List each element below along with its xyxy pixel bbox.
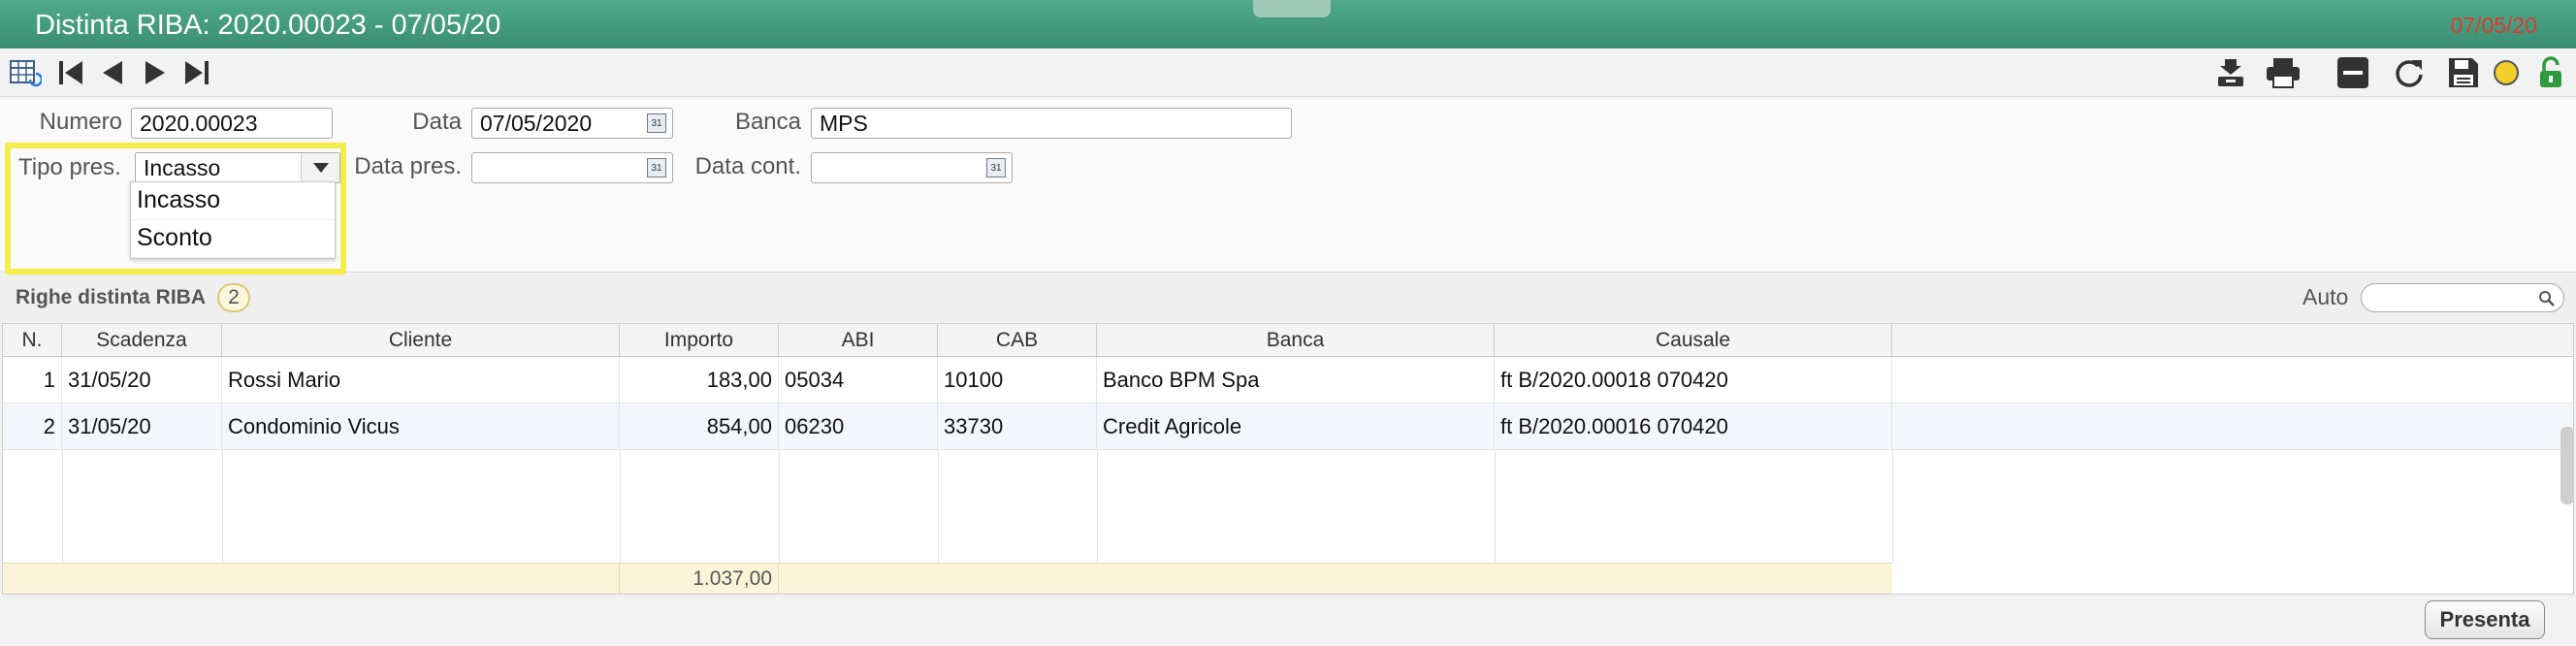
column-divider [1495,450,1496,563]
column-header-scadenza[interactable]: Scadenza [62,324,222,357]
cell-cab: 33730 [938,404,1097,450]
calendar-icon[interactable]: 31 [647,158,666,178]
cell-causale: ft B/2020.00016 070420 [1495,404,1892,450]
minimize-icon[interactable] [2335,56,2370,89]
column-header-importo[interactable]: Importo [620,324,779,357]
form-panel: Numero 2020.00023 Data 07/05/2020 31 Ban… [0,98,2576,273]
cell-n: 1 [3,357,62,404]
cell-cab: 10100 [938,357,1097,404]
table-row[interactable]: 1 31/05/20 Rossi Mario 183,00 05034 1010… [3,357,2573,404]
row-count-badge: 2 [217,283,250,312]
column-divider [222,450,223,563]
window-title: Distinta RIBA: 2020.00023 - 07/05/20 [35,10,501,41]
column-header-abi[interactable]: ABI [779,324,938,357]
banca-field[interactable]: MPS [811,108,1292,139]
data-cont-field[interactable]: 31 [811,152,1013,183]
column-divider [1097,450,1098,563]
dropdown-option-sconto[interactable]: Sconto [131,220,335,258]
column-divider [620,450,621,563]
dropdown-option-incasso[interactable]: Incasso [131,182,335,220]
data-pres-field[interactable]: 31 [471,152,673,183]
column-header-causale[interactable]: Causale [1495,324,1892,357]
numero-label: Numero [39,109,122,135]
column-header-banca[interactable]: Banca [1097,324,1495,357]
toolbar [0,48,2576,97]
column-divider [938,450,939,563]
refresh-icon[interactable] [2392,56,2427,89]
numero-field[interactable]: 2020.00023 [131,108,333,139]
data-cont-label: Data cont. [694,153,801,179]
table-header: N. Scadenza Cliente Importo ABI CAB Banc… [3,324,2573,357]
cell-cliente: Rossi Mario [222,357,620,404]
window-date: 07/05/20 [2450,13,2537,38]
totals-row: 1.037,00 [3,563,1892,595]
section-header: Righe distinta RIBA 2 Auto [0,275,2576,321]
chevron-down-icon[interactable] [301,153,339,182]
last-record-icon[interactable] [180,56,213,89]
calendar-icon[interactable]: 31 [647,113,666,133]
presenta-button[interactable]: Presenta [2425,600,2545,639]
print-icon[interactable] [2264,56,2302,89]
cell-n: 2 [3,404,62,450]
column-divider [779,450,780,563]
column-divider [62,450,63,563]
table-row[interactable]: 2 31/05/20 Condominio Vicus 854,00 06230… [3,404,2573,450]
tipo-pres-label: Tipo pres. [18,154,121,180]
tipo-pres-select[interactable]: Incasso [135,152,340,183]
cell-cliente: Condominio Vicus [222,404,620,450]
cell-abi: 06230 [779,404,938,450]
next-record-icon[interactable] [140,56,173,89]
auto-label: Auto [2302,284,2349,309]
column-header-cliente[interactable]: Cliente [222,324,620,357]
unlock-icon[interactable] [2535,56,2566,89]
cell-banca: Banco BPM Spa [1097,357,1495,404]
column-divider [1892,450,1893,563]
save-icon[interactable] [2446,56,2481,89]
window-titlebar: Distinta RIBA: 2020.00023 - 07/05/20 07/… [0,0,2576,48]
tipo-pres-dropdown: Incasso Sconto [130,181,336,259]
cell-importo: 854,00 [620,404,779,450]
cell-scadenza: 31/05/20 [62,357,222,404]
cell-importo: 183,00 [620,357,779,404]
grid-refresh-icon[interactable] [8,56,43,89]
section-title: Righe distinta RIBA [16,286,207,308]
tipo-pres-value: Incasso [144,155,221,180]
previous-record-icon[interactable] [95,56,128,89]
column-header-cab[interactable]: CAB [938,324,1097,357]
data-label: Data [412,109,462,135]
riba-table: N. Scadenza Cliente Importo ABI CAB Banc… [2,323,2574,595]
first-record-icon[interactable] [54,56,87,89]
cell-causale: ft B/2020.00018 070420 [1495,357,1892,404]
vertical-scrollbar[interactable] [2560,427,2574,504]
data-pres-label: Data pres. [354,153,462,179]
cell-scadenza: 31/05/20 [62,404,222,450]
search-icon [2539,291,2555,307]
data-field[interactable]: 07/05/2020 31 [471,108,673,139]
total-importo: 1.037,00 [619,564,779,595]
data-value: 07/05/2020 [480,111,593,136]
banca-label: Banca [734,109,801,135]
calendar-icon[interactable]: 31 [986,158,1006,178]
cell-abi: 05034 [779,357,938,404]
window-grip-handle[interactable] [1253,0,1331,17]
auto-search-input[interactable] [2361,283,2564,312]
cell-banca: Credit Agricole [1097,404,1495,450]
archive-download-icon[interactable] [2213,56,2248,89]
column-header-n[interactable]: N. [3,324,62,357]
status-dot-icon[interactable] [2491,56,2522,89]
